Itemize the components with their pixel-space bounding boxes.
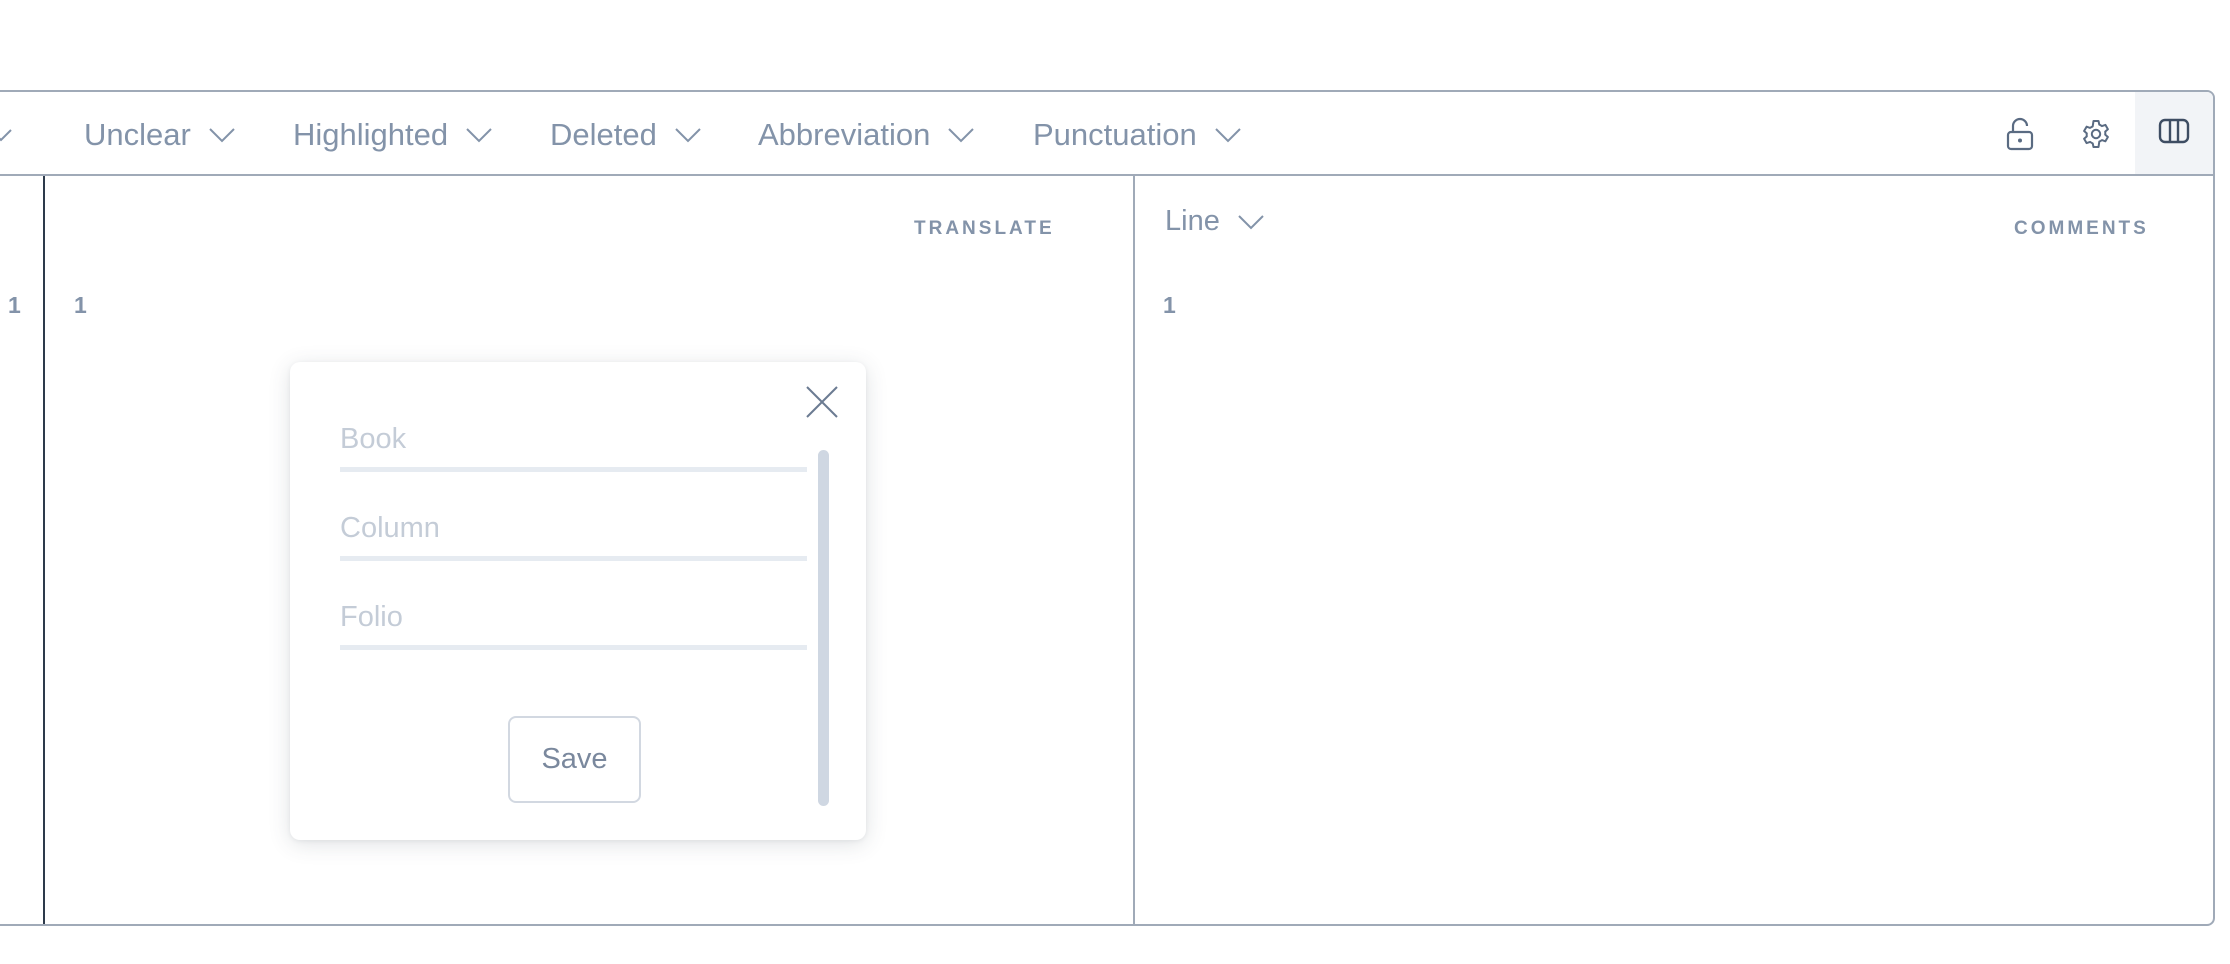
line-number: 1 — [1163, 292, 1176, 318]
columns-toggle-button[interactable] — [2135, 92, 2213, 174]
unlock-icon[interactable] — [2000, 114, 2040, 154]
filter-unclear[interactable]: Unclear — [84, 115, 235, 155]
comments-label: COMMENTS — [2014, 218, 2149, 239]
folio-field[interactable] — [340, 590, 807, 650]
chevron-down-icon — [0, 128, 12, 142]
column-field[interactable] — [340, 501, 807, 561]
reference-popover: Save — [290, 362, 866, 840]
line-select[interactable]: Line — [1165, 205, 1264, 238]
chevron-down-icon — [209, 127, 235, 143]
filter-dropdown-partial[interactable] — [0, 115, 12, 155]
filter-deleted[interactable]: Deleted — [550, 115, 701, 155]
filter-abbreviation[interactable]: Abbreviation — [758, 115, 975, 155]
columns-icon — [2158, 117, 2190, 150]
filter-label: Highlighted — [293, 117, 449, 152]
chevron-down-icon — [948, 127, 975, 143]
close-icon — [805, 385, 839, 424]
line-select-label: Line — [1165, 205, 1220, 237]
filter-label: Punctuation — [1033, 117, 1197, 152]
filter-label: Deleted — [550, 117, 657, 152]
line-number: 1 — [74, 292, 87, 318]
chevron-down-icon — [466, 127, 492, 143]
filter-punctuation[interactable]: Punctuation — [1033, 115, 1241, 155]
chevron-down-icon — [1238, 214, 1264, 230]
book-field[interactable] — [340, 412, 807, 472]
filter-highlighted[interactable]: Highlighted — [293, 115, 492, 155]
gear-icon[interactable] — [2076, 114, 2116, 154]
editor-panel: Unclear Highlighted Deleted Abbreviation — [0, 90, 2215, 926]
pane-divider — [1133, 176, 1135, 924]
save-button[interactable]: Save — [508, 716, 641, 803]
toolbar: Unclear Highlighted Deleted Abbreviation — [0, 92, 2213, 176]
chevron-down-icon — [1215, 127, 1241, 143]
line-number: 1 — [8, 292, 21, 318]
chevron-down-icon — [675, 127, 701, 143]
translate-label: TRANSLATE — [914, 218, 1055, 239]
filter-label: Unclear — [84, 117, 191, 152]
popover-scrollbar[interactable] — [818, 450, 829, 806]
filter-label: Abbreviation — [758, 117, 931, 152]
left-pane-strip — [0, 176, 45, 924]
